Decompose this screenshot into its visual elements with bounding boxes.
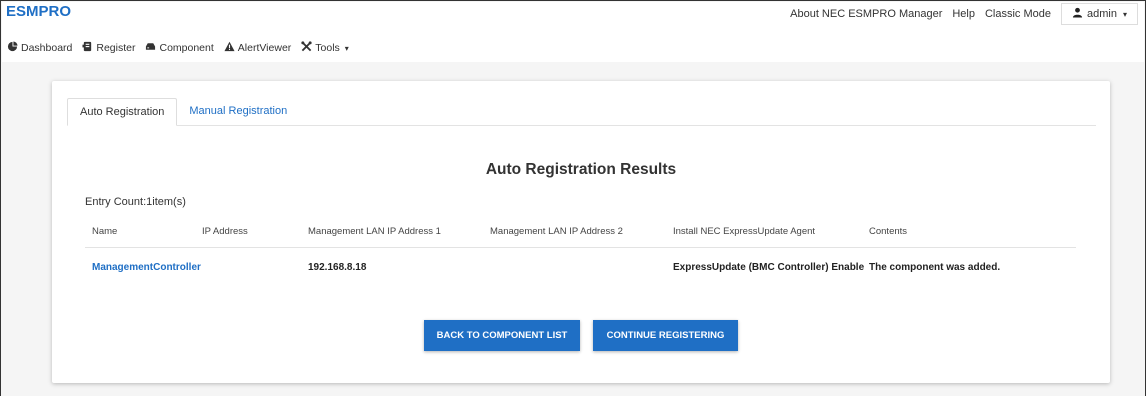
user-menu-button[interactable]: admin ▾ — [1061, 3, 1138, 25]
nav-label: Dashboard — [21, 42, 73, 54]
results-title: Auto Registration Results — [485, 161, 677, 178]
table-header: Name IP Address Management LAN IP Addres… — [85, 216, 1076, 248]
column-header-name: Name — [92, 226, 118, 237]
table-row: ManagementController 192.168.8.18 Expres… — [85, 248, 1076, 286]
tab-auto-registration[interactable]: Auto Registration — [67, 98, 178, 126]
component-icon — [145, 41, 156, 55]
nav-label: AlertViewer — [237, 42, 292, 54]
tab-manual-registration[interactable]: Manual Registration — [177, 98, 299, 126]
mgmt-lan-ip-1-cell: 192.168.8.18 — [308, 261, 367, 273]
nav-item-tools[interactable]: Tools ▾ — [301, 41, 349, 55]
about-link[interactable]: About NEC ESMPRO Manager — [790, 8, 942, 20]
results-table: Name IP Address Management LAN IP Addres… — [85, 216, 1076, 286]
help-link[interactable]: Help — [952, 8, 975, 20]
main-nav: Dashboard Register Component AlertViewer — [7, 40, 359, 56]
nav-item-register[interactable]: Register — [82, 41, 135, 55]
app-frame: ESMPRO About NEC ESMPRO Manager Help Cla… — [0, 0, 1146, 396]
column-header-contents: Contents — [869, 226, 908, 237]
nav-label: Component — [159, 42, 214, 54]
nav-item-alertviewer[interactable]: AlertViewer — [224, 41, 292, 55]
registration-card: Auto Registration Manual Registration Au… — [52, 81, 1110, 383]
classic-mode-link[interactable]: Classic Mode — [985, 8, 1051, 20]
nav-item-component[interactable]: Component — [145, 41, 214, 55]
registration-tabs: Auto Registration Manual Registration — [67, 98, 1096, 126]
nav-label: Tools — [315, 42, 340, 54]
dashboard-icon — [7, 41, 18, 55]
top-bar: ESMPRO About NEC ESMPRO Manager Help Cla… — [2, 2, 1144, 62]
expressupdate-agent-cell: ExpressUpdate (BMC Controller) Enable — [673, 261, 865, 273]
back-to-component-list-button[interactable]: BACK TO COMPONENT LIST — [424, 320, 580, 351]
tools-icon — [301, 41, 312, 55]
nav-label: Register — [96, 42, 136, 54]
continue-registering-button[interactable]: CONTINUE REGISTERING — [593, 320, 738, 351]
column-header-mgmt-lan-ip-2: Management LAN IP Address 2 — [490, 226, 623, 237]
contents-cell: The component was added. — [869, 261, 1001, 273]
nav-item-dashboard[interactable]: Dashboard — [7, 41, 72, 55]
column-header-mgmt-lan-ip-1: Management LAN IP Address 1 — [308, 226, 441, 237]
alert-icon — [224, 41, 235, 55]
action-buttons: BACK TO COMPONENT LIST CONTINUE REGISTER… — [52, 320, 1110, 351]
brand-logo[interactable]: ESMPRO — [2, 2, 75, 22]
top-right-menu: About NEC ESMPRO Manager Help Classic Mo… — [790, 2, 1138, 26]
chevron-down-icon: ▾ — [1122, 9, 1127, 19]
user-name: admin — [1087, 8, 1117, 20]
chevron-down-icon: ▾ — [344, 43, 349, 53]
column-header-expressupdate-agent: Install NEC ExpressUpdate Agent — [673, 226, 816, 237]
user-icon — [1072, 7, 1083, 21]
component-name-link[interactable]: ManagementController — [85, 262, 202, 273]
entry-count: Entry Count:1item(s) — [85, 196, 186, 208]
column-header-ip-address: IP Address — [202, 226, 248, 237]
register-icon — [82, 41, 93, 55]
